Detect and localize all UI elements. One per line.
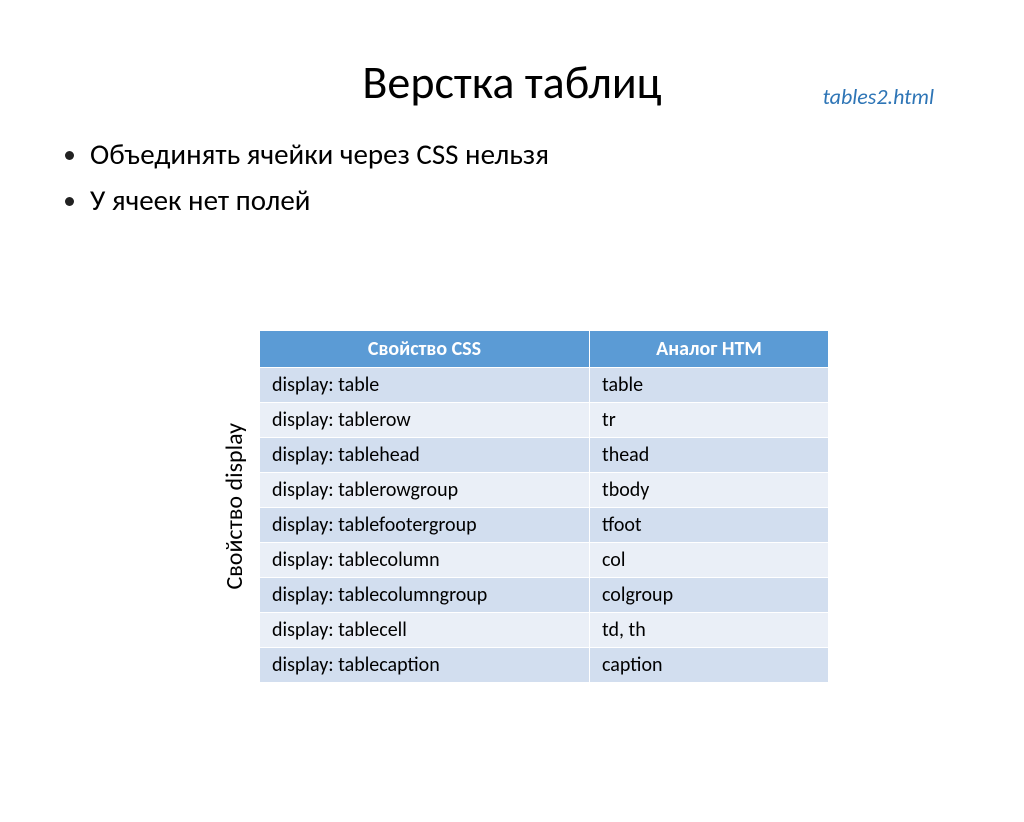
table-header-row: Свойство CSS Аналог HTM — [260, 331, 829, 368]
table-cell: display: tablerow — [260, 403, 590, 438]
table-cell: display: table — [260, 368, 590, 403]
table-cell: display: tablehead — [260, 438, 590, 473]
table-cell: thead — [590, 438, 829, 473]
table-cell: tr — [590, 403, 829, 438]
table-cell: display: tablefootergroup — [260, 508, 590, 543]
table-cell: tbody — [590, 473, 829, 508]
table-row: display: tablerowgroup tbody — [260, 473, 829, 508]
table-cell: tfoot — [590, 508, 829, 543]
table-cell: col — [590, 543, 829, 578]
css-display-table: Свойство CSS Аналог HTM display: table t… — [259, 330, 829, 683]
table-row: display: tablecolumngroup colgroup — [260, 578, 829, 613]
table-row: display: tablehead thead — [260, 438, 829, 473]
table-container: Свойство display Свойство CSS Аналог HTM… — [220, 330, 858, 683]
table-header-htm: Аналог HTM — [590, 331, 829, 368]
table-row: display: tablerow tr — [260, 403, 829, 438]
table-cell: display: tablerowgroup — [260, 473, 590, 508]
table-cell: display: tablecell — [260, 613, 590, 648]
table-row: display: tablecell td, th — [260, 613, 829, 648]
filename-link: tables2.html — [823, 83, 934, 110]
table-cell: table — [590, 368, 829, 403]
table-ylabel: Свойство display — [220, 423, 249, 589]
bullet-item: Объединять ячейки через CSS нельзя — [90, 136, 1024, 172]
table-cell: td, th — [590, 613, 829, 648]
table-cell: colgroup — [590, 578, 829, 613]
table-row: display: tablefootergroup tfoot — [260, 508, 829, 543]
table-cell: caption — [590, 648, 829, 683]
bullet-item: У ячеек нет полей — [90, 182, 1024, 218]
table-header-css: Свойство CSS — [260, 331, 590, 368]
table-row: display: table table — [260, 368, 829, 403]
table-row: display: tablecolumn col — [260, 543, 829, 578]
table-cell: display: tablecolumngroup — [260, 578, 590, 613]
table-row: display: tablecaption caption — [260, 648, 829, 683]
bullet-list: Объединять ячейки через CSS нельзя У яче… — [70, 136, 1024, 218]
table-cell: display: tablecolumn — [260, 543, 590, 578]
table-cell: display: tablecaption — [260, 648, 590, 683]
